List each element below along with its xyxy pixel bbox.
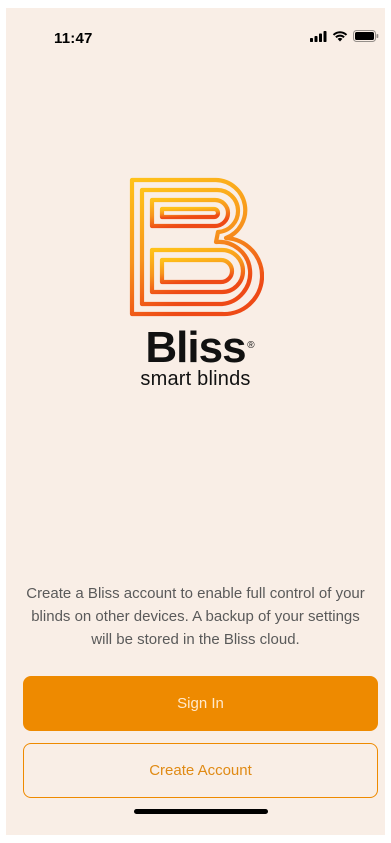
account-description: Create a Bliss account to enable full co… — [26, 585, 365, 648]
status-bar: 11:47 — [6, 8, 385, 52]
status-icons — [310, 30, 379, 46]
registered-mark: ® — [247, 340, 254, 351]
signal-icon — [310, 29, 327, 47]
wifi-icon — [332, 29, 348, 47]
home-indicator — [134, 809, 268, 814]
sign-in-button[interactable]: Sign In — [23, 676, 378, 731]
brand-name-text: Bliss — [145, 323, 246, 372]
battery-icon — [353, 29, 379, 47]
app-screen: 11:47 Bliss ® smart blinds Create a Blis… — [6, 8, 385, 835]
brand-logo: Bliss ® smart blinds — [6, 176, 385, 391]
create-account-button[interactable]: Create Account — [23, 743, 378, 798]
bliss-b-logo-icon — [128, 176, 264, 318]
status-time: 11:47 — [54, 30, 93, 47]
brand-name: Bliss ® — [145, 323, 254, 372]
